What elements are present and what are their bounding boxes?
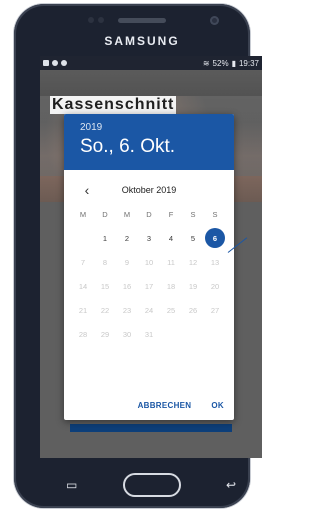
- screen: ≋ 52% ▮ 19:37 Kassenschnitt 2019 So., 6.…: [40, 56, 262, 458]
- clock: 19:37: [238, 58, 259, 68]
- date-picker-header: 2019 So., 6. Okt.: [64, 114, 234, 170]
- calendar-day-disabled: 22: [100, 305, 110, 315]
- calendar-day-disabled: 31: [144, 329, 154, 339]
- calendar-day-disabled: 14: [78, 281, 88, 291]
- weekday-label: M: [79, 210, 87, 219]
- hardware-navigation-bar: ▭ ↩: [40, 462, 262, 508]
- calendar-day-disabled: 13: [210, 257, 220, 267]
- calendar-day-disabled: 28: [78, 329, 88, 339]
- calendar-day-disabled: 23: [122, 305, 132, 315]
- calendar-day-disabled: 16: [122, 281, 132, 291]
- calendar-day-disabled: 27: [210, 305, 220, 315]
- weekday-row: M D M D F S S: [72, 210, 226, 224]
- weekday-label: D: [146, 210, 152, 219]
- wifi-signal-icon: ≋: [202, 58, 210, 68]
- calendar-day-disabled: 9: [124, 257, 130, 267]
- weekday-label: D: [102, 210, 108, 219]
- recent-apps-icon[interactable]: ▭: [66, 478, 77, 492]
- weekday-label: S: [212, 210, 218, 219]
- calendar-day-disabled: 20: [210, 281, 220, 291]
- calendar-day-disabled: 18: [166, 281, 176, 291]
- light-sensor-icon: [98, 17, 104, 23]
- calendar-day-disabled: 26: [188, 305, 198, 315]
- weekday-label: S: [190, 210, 196, 219]
- proximity-sensor-icon: [88, 17, 94, 23]
- month-label: Oktober 2019: [121, 185, 177, 195]
- calendar-day: [160, 322, 182, 346]
- phone-frame: SAMSUNG ≋ 52% ▮ 19:37 Kassenschnitt 2019…: [14, 4, 262, 508]
- calendar-day-disabled: 17: [144, 281, 154, 291]
- status-right-info: ≋ 52% ▮ 19:37: [203, 59, 259, 68]
- shield-icon: [61, 60, 67, 66]
- calendar-day-disabled: 25: [166, 305, 176, 315]
- calendar-day-disabled: 24: [144, 305, 154, 315]
- calendar-day-disabled: 29: [100, 329, 110, 339]
- calendar-day-disabled: 15: [100, 281, 110, 291]
- front-camera-icon: [210, 16, 219, 25]
- background-primary-button: [70, 424, 232, 432]
- notification-icon: [43, 60, 49, 66]
- ok-button[interactable]: OK: [211, 401, 224, 410]
- calendar-day-disabled: 10: [144, 257, 154, 267]
- calendar-day: [204, 322, 226, 346]
- header-selected-date: So., 6. Okt.: [80, 136, 176, 157]
- calendar-day-disabled: 7: [80, 257, 86, 267]
- calendar-day[interactable]: 1: [94, 226, 116, 250]
- calendar-grid: 1 2 3 4 5 6 7 8 9 10 11 12 13 14 15 16 1…: [72, 226, 226, 346]
- calendar-day-disabled: 19: [188, 281, 198, 291]
- home-button[interactable]: [122, 473, 181, 497]
- calendar-day: [72, 226, 94, 250]
- cancel-button[interactable]: ABBRECHEN: [138, 401, 192, 410]
- calendar-day[interactable]: 4: [160, 226, 182, 250]
- date-picker-dialog: 2019 So., 6. Okt. ‹ Oktober 2019 M D M D…: [64, 114, 234, 420]
- battery-icon: ▮: [231, 58, 236, 68]
- calendar-day-selected[interactable]: 6: [204, 226, 226, 250]
- header-year[interactable]: 2019: [80, 122, 102, 133]
- shield-icon: [52, 60, 58, 66]
- calendar-day[interactable]: 5: [182, 226, 204, 250]
- calendar-day-disabled: 30: [122, 329, 132, 339]
- status-bar: ≋ 52% ▮ 19:37: [40, 56, 262, 70]
- calendar-day-disabled: 8: [102, 257, 108, 267]
- calendar-day[interactable]: 2: [116, 226, 138, 250]
- dialog-actions: ABBRECHEN OK: [138, 401, 224, 410]
- calendar-day-disabled: 21: [78, 305, 88, 315]
- calendar-day: [182, 322, 204, 346]
- calendar-day[interactable]: 3: [138, 226, 160, 250]
- battery-percent: 52%: [212, 58, 229, 68]
- calendar-day-disabled: 12: [188, 257, 198, 267]
- back-icon[interactable]: ↩: [226, 478, 236, 492]
- brand-label: SAMSUNG: [104, 34, 180, 48]
- weekday-label: M: [123, 210, 131, 219]
- speaker-grille-icon: [118, 18, 166, 23]
- background-title: Kassenschnitt: [50, 96, 177, 114]
- weekday-label: F: [168, 210, 174, 219]
- calendar-day-disabled: 11: [167, 257, 175, 267]
- status-left-icons: [43, 60, 67, 66]
